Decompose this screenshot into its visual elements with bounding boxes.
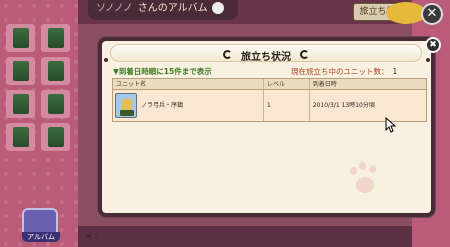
- departure-table: ユニット名 レベル 到着日時 ノラ弓兵・序鎮 1 2010/3/1 13時10分…: [112, 78, 427, 122]
- unit-portrait-icon: [115, 93, 137, 118]
- column-header-level: レベル: [264, 79, 310, 89]
- album-button[interactable]: アルバム: [22, 208, 60, 242]
- album-slot[interactable]: [6, 90, 35, 118]
- album-slot[interactable]: [6, 123, 35, 151]
- departing-count-value: 1: [392, 67, 398, 76]
- column-header-arrival: 到着日時: [312, 81, 337, 88]
- dialog-title: 旅立ち状況: [241, 52, 291, 63]
- album-slot[interactable]: [41, 123, 70, 151]
- status-bubble-icon: [386, 2, 426, 24]
- album-slot[interactable]: [41, 57, 70, 85]
- mouse-cursor-icon: [385, 117, 397, 133]
- table-row[interactable]: ノラ弓兵・序鎮 1 2010/3/1 13時10分頃: [113, 90, 426, 121]
- departing-count-text: 現在旅立ち中のユニット数：: [291, 67, 389, 76]
- info-row: ▼到着日時順に15件まで表示 現在旅立ち中のユニット数： 1: [113, 66, 429, 78]
- dialog-header: 旅立ち状況: [110, 44, 422, 63]
- album-slot[interactable]: [41, 90, 70, 118]
- close-album-button[interactable]: ✕: [421, 3, 443, 25]
- dialog-close-button[interactable]: ✖: [425, 37, 441, 53]
- pin-icon: [426, 58, 430, 62]
- sort-note: ▼到着日時順に15件まで表示: [113, 67, 212, 76]
- unit-level: 1: [264, 90, 310, 121]
- swirl-right-icon: [300, 50, 309, 59]
- departing-count-label: 現在旅立ち中のユニット数： 1: [291, 66, 397, 77]
- departure-status-dialog: 旅立ち状況 ✖ ▼到着日時順に15件まで表示 現在旅立ち中のユニット数： 1 ユニ…: [98, 37, 441, 217]
- table-header: ユニット名 レベル 到着日時: [113, 79, 426, 90]
- album-slot-grid: [6, 24, 70, 214]
- arrival-time: 2010/3/1 13時10分頃: [312, 102, 375, 109]
- album-slot[interactable]: [6, 24, 35, 52]
- album-title: ソノノノ さんのアルバム: [88, 0, 238, 20]
- pin-icon: [104, 58, 108, 62]
- album-button-label: アルバム: [22, 232, 60, 242]
- swirl-icon: [211, 2, 224, 14]
- unit-cell: ノラ弓兵・序鎮: [113, 90, 265, 121]
- page-indicator: ◀ 1: [86, 232, 99, 240]
- album-bottom-bar: [78, 226, 412, 247]
- unit-name: ノラ弓兵・序鎮: [141, 102, 184, 109]
- album-slot[interactable]: [6, 57, 35, 85]
- album-slot[interactable]: [41, 24, 70, 52]
- column-header-unit-name: ユニット名: [113, 79, 265, 89]
- album-title-text: さんのアルバム: [137, 3, 208, 14]
- swirl-left-icon: [223, 50, 232, 59]
- paw-print-icon: [344, 161, 384, 201]
- album-owner-name: ソノノノ: [96, 3, 133, 14]
